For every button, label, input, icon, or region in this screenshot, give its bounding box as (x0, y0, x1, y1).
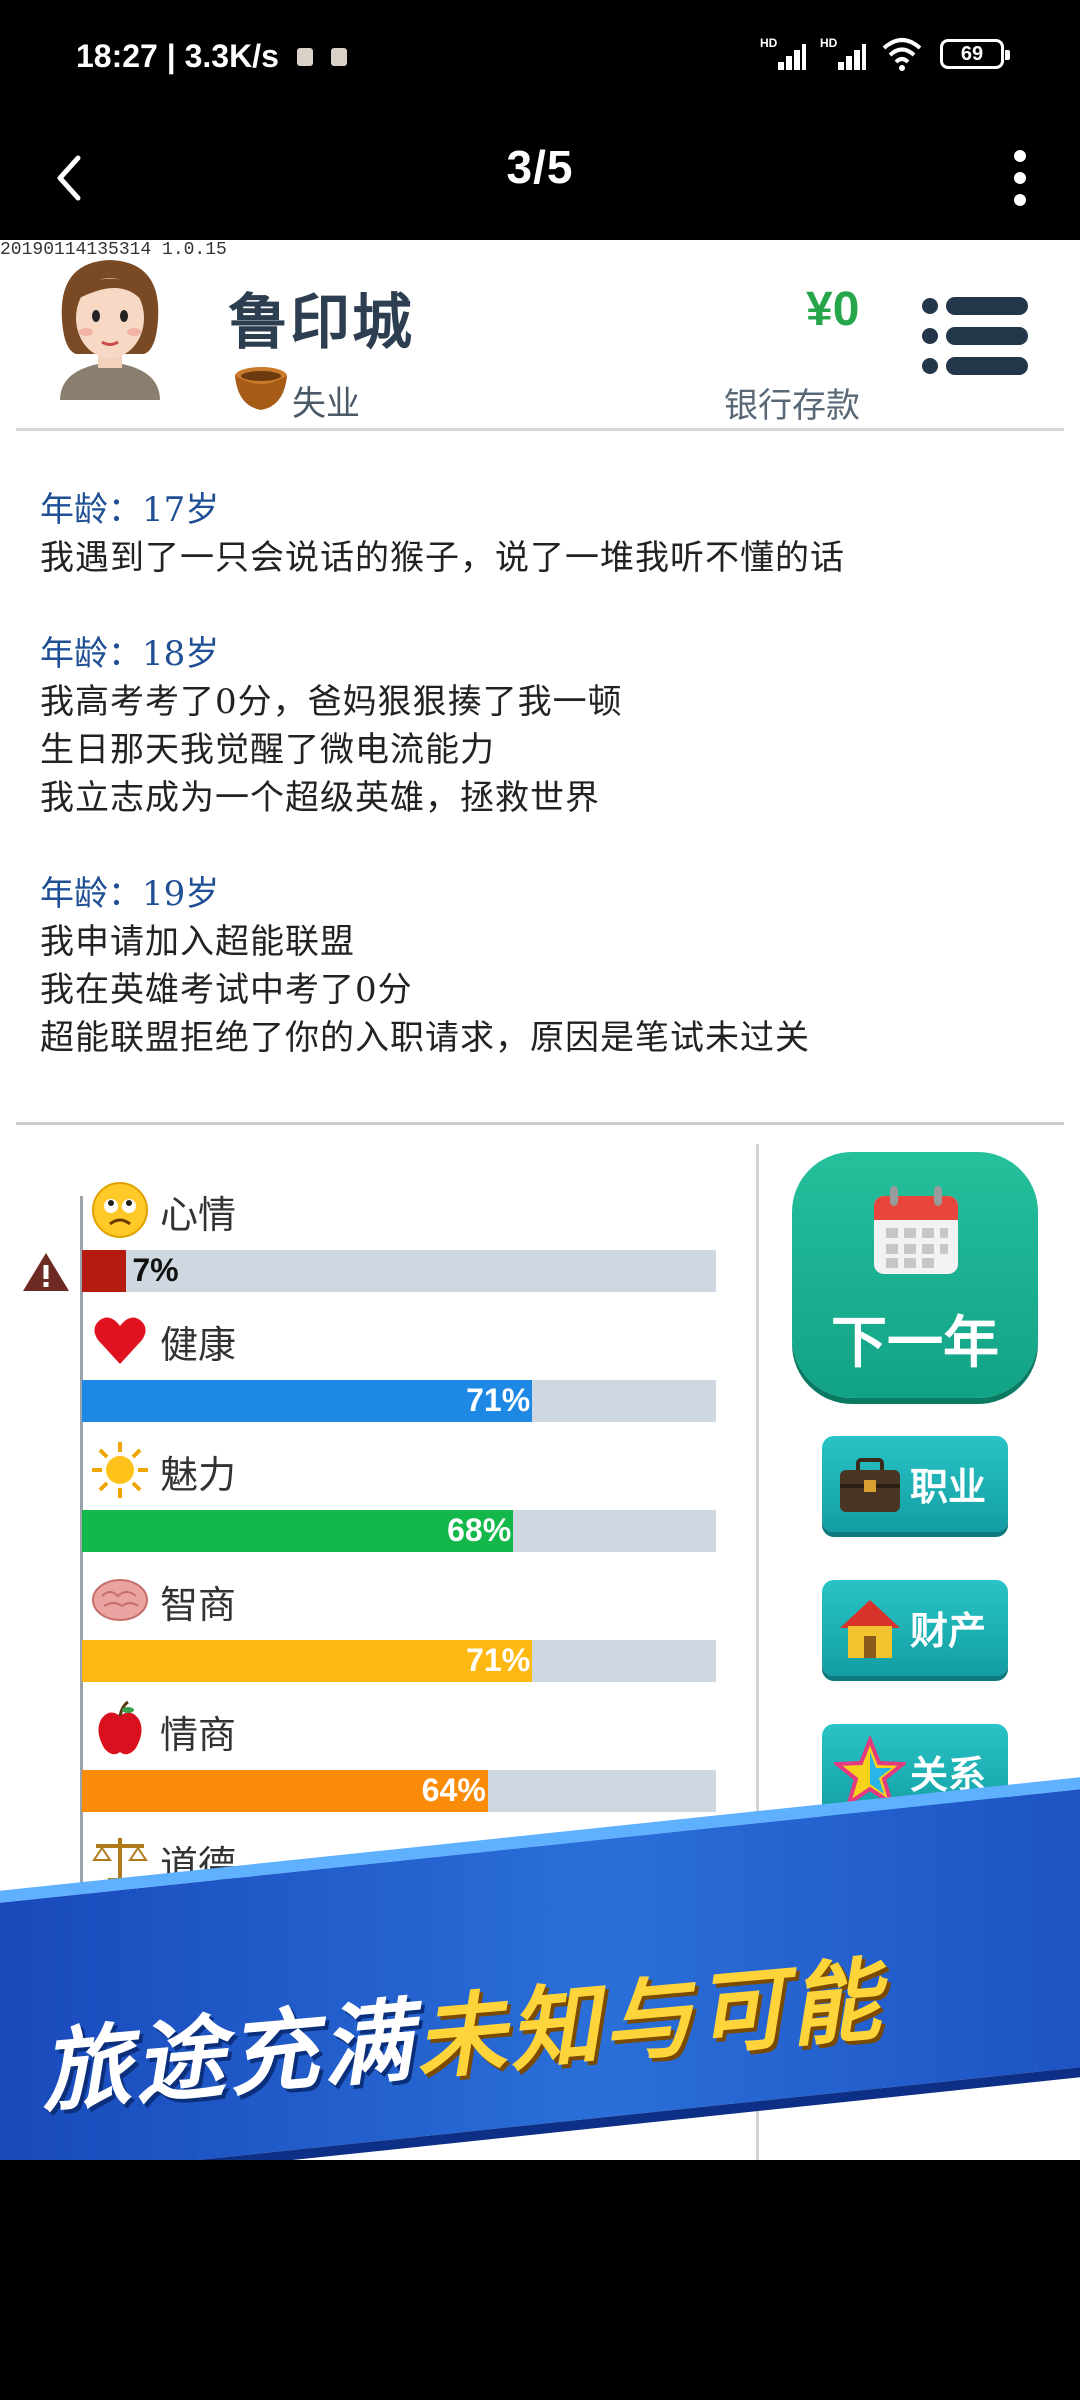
progress-bar: 71% (82, 1380, 716, 1422)
progress-value: 71% (466, 1382, 531, 1418)
divider (16, 1122, 1064, 1125)
sun-icon (92, 1442, 148, 1498)
career-button[interactable]: 职业 (822, 1436, 1008, 1532)
log-age: 年龄：18岁 (40, 634, 220, 674)
property-label: 财产 (910, 1609, 987, 1653)
log-line: 我申请加入超能联盟 (40, 922, 355, 962)
bowl-icon (235, 367, 287, 410)
status-time-speed: 18:27 | 3.3K/s (76, 38, 279, 74)
progress-bar: 71% (82, 1640, 716, 1682)
property-button[interactable]: 财产 (822, 1580, 1008, 1676)
progress-value: 7% (132, 1252, 179, 1288)
progress-fill (82, 1640, 533, 1682)
stat-label: 魅力 (160, 1453, 237, 1497)
stat-charm: 魅力 68% (0, 1440, 740, 1570)
stat-label: 心情 (160, 1193, 237, 1237)
status-left: 18:27 | 3.3K/s (76, 38, 347, 75)
signal-icon: HD (820, 36, 866, 72)
status-right: HD HD 69 (760, 36, 1010, 72)
sad-face-icon (92, 1182, 148, 1238)
job-status: 失业 (292, 384, 360, 424)
stat-iq: 智商 71% (0, 1570, 740, 1700)
next-year-button[interactable]: 下一年 (792, 1152, 1038, 1398)
event-log: 年龄：17岁 我遇到了一只会说话的猴子，说了一堆我听不懂的话 年龄：18岁 我高… (40, 486, 1050, 1110)
stat-health: 健康 71% (0, 1310, 740, 1440)
notification-icon (330, 47, 347, 66)
log-line: 我遇到了一只会说话的猴子，说了一堆我听不懂的话 (40, 538, 845, 578)
progress-fill (82, 1380, 533, 1422)
progress-value: 64% (421, 1772, 486, 1808)
career-label: 职业 (910, 1465, 987, 1509)
progress-value: 68% (447, 1512, 512, 1548)
money-amount: ¥0 (806, 283, 860, 336)
calendar-icon (874, 1186, 958, 1274)
divider (16, 428, 1064, 431)
menu-icon[interactable] (920, 294, 1030, 378)
warning-icon (23, 1253, 69, 1291)
player-name: 鲁印城 (228, 288, 414, 358)
log-entry: 年龄：19岁 我申请加入超能联盟 我在英雄考试中考了0分 超能联盟拒绝了你的入职… (40, 870, 1050, 1062)
stat-label: 健康 (160, 1323, 237, 1367)
stat-eq: 情商 64% (0, 1700, 740, 1830)
house-icon (840, 1600, 900, 1658)
briefcase-icon (840, 1458, 900, 1512)
progress-fill (82, 1250, 127, 1292)
status-bar: 18:27 | 3.3K/s HD HD 69 (0, 0, 1080, 118)
heart-icon (94, 1317, 146, 1364)
bank-label: 银行存款 (724, 386, 860, 426)
log-age: 年龄：17岁 (40, 490, 220, 530)
battery-level: 69 (960, 42, 984, 65)
log-entry: 年龄：17岁 我遇到了一只会说话的猴子，说了一堆我听不懂的话 (40, 486, 1050, 582)
avatar (60, 260, 160, 400)
notification-icon (296, 47, 313, 66)
next-year-label: 下一年 (831, 1311, 999, 1376)
log-age: 年龄：19岁 (40, 874, 220, 914)
viewer-toolbar: 3/5 (0, 118, 1080, 240)
stat-mood: 心情 7% (0, 1180, 740, 1310)
stat-label: 智商 (160, 1583, 237, 1627)
progress-bar: 7% (82, 1250, 716, 1292)
brain-icon (92, 1579, 148, 1621)
log-entry: 年龄：18岁 我高考考了0分，爸妈狠狠揍了我一顿 生日那天我觉醒了微电流能力 我… (40, 630, 1050, 822)
log-line: 超能联盟拒绝了你的入职请求，原因是笔试未过关 (40, 1018, 810, 1058)
progress-bar: 64% (82, 1770, 716, 1812)
wifi-icon (882, 38, 922, 71)
progress-value: 71% (466, 1642, 531, 1678)
page-indicator: 3/5 (506, 141, 574, 193)
game-screenshot: 20190114135314 1.0.15 鲁印城 失业 ¥0 银行存款 年龄：… (0, 240, 1080, 2160)
log-line: 生日那天我觉醒了微电流能力 (40, 730, 495, 770)
log-line: 我高考考了0分，爸妈狠狠揍了我一顿 (40, 682, 623, 722)
log-line: 我在英雄考试中考了0分 (40, 970, 413, 1010)
log-line: 我立志成为一个超级英雄，拯救世界 (40, 778, 600, 818)
more-options-icon[interactable] (1010, 146, 1030, 212)
signal-icon: HD (760, 36, 806, 72)
battery-icon: 69 (940, 39, 1010, 69)
apple-icon (98, 1700, 142, 1755)
progress-bar: 68% (82, 1510, 716, 1552)
stat-label: 情商 (160, 1713, 237, 1757)
